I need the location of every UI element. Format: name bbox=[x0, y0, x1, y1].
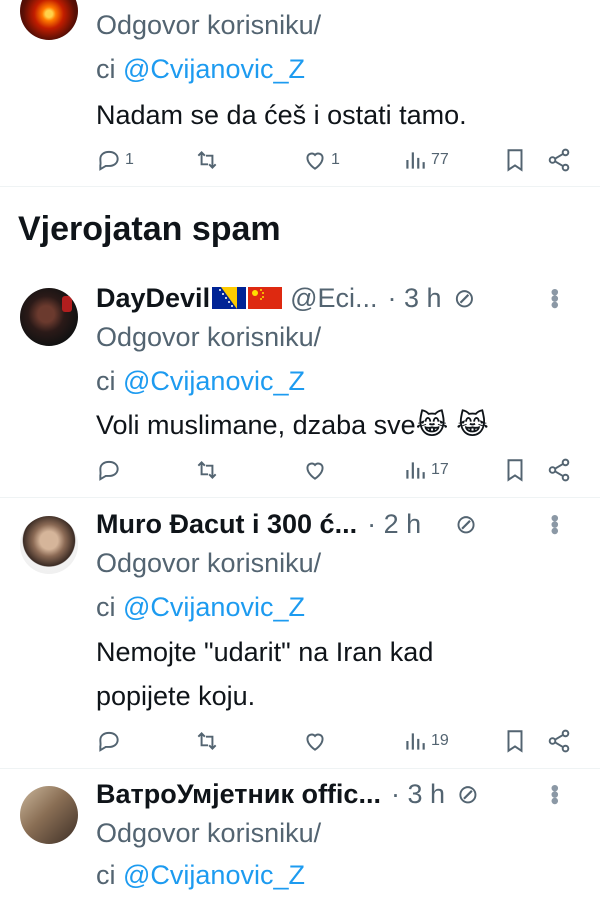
tweet-text: Voli muslimane, dzaba sve😹 😹 bbox=[96, 406, 489, 444]
crying-cat-emoji: 😹 😹 bbox=[415, 409, 489, 440]
tweet-header: DayDevil @Eci... · 3 h ⊘ ••• bbox=[96, 280, 582, 316]
mention-link[interactable]: @Cvijanovic_Z bbox=[123, 592, 305, 622]
tweet-actions: 17 bbox=[96, 455, 586, 485]
like-button[interactable] bbox=[302, 726, 328, 756]
share-button[interactable] bbox=[546, 726, 572, 756]
avatar[interactable] bbox=[20, 0, 78, 40]
like-button[interactable]: 1 bbox=[302, 145, 340, 175]
like-icon bbox=[306, 462, 324, 480]
flag-china-icon bbox=[248, 287, 283, 309]
reply-to-label: Odgovor korisniku/ bbox=[96, 818, 322, 848]
retweet-button[interactable] bbox=[194, 726, 220, 756]
tweet-actions: 1 1 77 bbox=[96, 145, 586, 175]
reply-to-prefix: ci bbox=[96, 54, 116, 84]
reply-to-line: ci @Cvijanovic_Z bbox=[96, 856, 305, 894]
reply-button[interactable]: 1 bbox=[96, 145, 134, 175]
reply-to-label: Odgovor korisniku/ bbox=[96, 10, 322, 40]
handle[interactable]: @Eci... bbox=[290, 283, 377, 314]
reply-button[interactable] bbox=[96, 455, 122, 485]
tweet-header: ВатроУмјетник offic... · 3 h ⊘ ••• bbox=[96, 776, 582, 812]
tweet-text: Nadam se da ćeš i ostati tamo. bbox=[96, 100, 467, 130]
display-name[interactable]: ВатроУмјетник offic... bbox=[96, 779, 381, 810]
timestamp[interactable]: · 2 h bbox=[367, 509, 421, 540]
more-icon[interactable]: ••• bbox=[541, 288, 568, 307]
bookmark-icon bbox=[507, 149, 523, 172]
views-icon bbox=[406, 462, 425, 479]
reply-to-prefix: ci bbox=[96, 592, 116, 622]
tweet-text-line: Voli muslimane, dzaba sve bbox=[96, 410, 416, 440]
views-count: 17 bbox=[431, 461, 449, 478]
reply-to-prefix: ci bbox=[96, 860, 116, 890]
timestamp[interactable]: · 3 h bbox=[388, 283, 442, 314]
views-icon bbox=[406, 733, 425, 750]
display-name[interactable]: Muro Đacut i 300 ć... bbox=[96, 509, 357, 540]
bookmark-button[interactable] bbox=[502, 145, 528, 175]
reply-to-label: Odgovor korisniku/ bbox=[96, 548, 322, 578]
display-name[interactable]: DayDevil bbox=[96, 283, 210, 314]
views-button[interactable]: 17 bbox=[402, 455, 449, 485]
tweet-actions: 19 bbox=[96, 726, 586, 756]
timestamp[interactable]: · 3 h bbox=[391, 779, 445, 810]
reply-to-line: ci @Cvijanovic_Z bbox=[96, 50, 305, 88]
retweet-icon bbox=[197, 151, 217, 169]
share-icon bbox=[548, 458, 570, 482]
retweet-icon bbox=[197, 461, 217, 479]
bookmark-icon bbox=[507, 459, 523, 482]
mute-icon[interactable]: ⊘ bbox=[454, 283, 476, 314]
tweet-header: Muro Đacut i 300 ć... · 2 h ⊘ ••• bbox=[96, 506, 582, 542]
views-icon bbox=[406, 152, 425, 169]
reply-icon bbox=[99, 731, 119, 752]
views-count: 19 bbox=[431, 732, 449, 749]
divider bbox=[0, 768, 600, 769]
share-icon bbox=[548, 729, 570, 753]
views-count: 77 bbox=[431, 151, 449, 168]
mute-icon[interactable]: ⊘ bbox=[457, 779, 479, 810]
reply-to-prefix: ci bbox=[96, 366, 116, 396]
bookmark-icon bbox=[507, 730, 523, 753]
mute-icon[interactable]: ⊘ bbox=[455, 509, 477, 540]
section-title: Vjerojatan spam bbox=[18, 210, 281, 248]
share-button[interactable] bbox=[546, 455, 572, 485]
avatar[interactable] bbox=[20, 516, 78, 574]
more-icon[interactable]: ••• bbox=[541, 784, 568, 803]
reply-count: 1 bbox=[125, 151, 134, 168]
tweet-text-line: popijete koju. bbox=[96, 681, 256, 711]
mention-link[interactable]: @Cvijanovic_Z bbox=[123, 54, 305, 84]
like-icon bbox=[306, 733, 324, 751]
like-count: 1 bbox=[331, 151, 340, 168]
reply-to-line: ci @Cvijanovic_Z bbox=[96, 588, 305, 626]
avatar[interactable] bbox=[20, 288, 78, 346]
avatar[interactable] bbox=[20, 786, 78, 844]
reply-icon bbox=[99, 460, 119, 481]
retweet-icon bbox=[197, 732, 217, 750]
more-icon[interactable]: ••• bbox=[541, 514, 568, 533]
divider bbox=[0, 497, 600, 498]
reply-to-label: Odgovor korisniku/ bbox=[96, 322, 322, 352]
views-button[interactable]: 77 bbox=[402, 145, 449, 175]
bookmark-button[interactable] bbox=[502, 726, 528, 756]
like-button[interactable] bbox=[302, 455, 328, 485]
bookmark-button[interactable] bbox=[502, 455, 528, 485]
views-button[interactable]: 19 bbox=[402, 726, 449, 756]
retweet-button[interactable] bbox=[194, 145, 220, 175]
flag-bosnia-icon bbox=[212, 287, 247, 309]
mention-link[interactable]: @Cvijanovic_Z bbox=[123, 860, 305, 890]
share-icon bbox=[548, 148, 570, 172]
retweet-button[interactable] bbox=[194, 455, 220, 485]
like-icon bbox=[306, 152, 324, 170]
share-button[interactable] bbox=[546, 145, 572, 175]
reply-icon bbox=[99, 150, 119, 171]
divider bbox=[0, 186, 600, 187]
tweet-text-line: Nemojte "udarit" na Iran kad bbox=[96, 637, 434, 667]
reply-button[interactable] bbox=[96, 726, 122, 756]
reply-to-line: ci @Cvijanovic_Z bbox=[96, 362, 305, 400]
mention-link[interactable]: @Cvijanovic_Z bbox=[123, 366, 305, 396]
